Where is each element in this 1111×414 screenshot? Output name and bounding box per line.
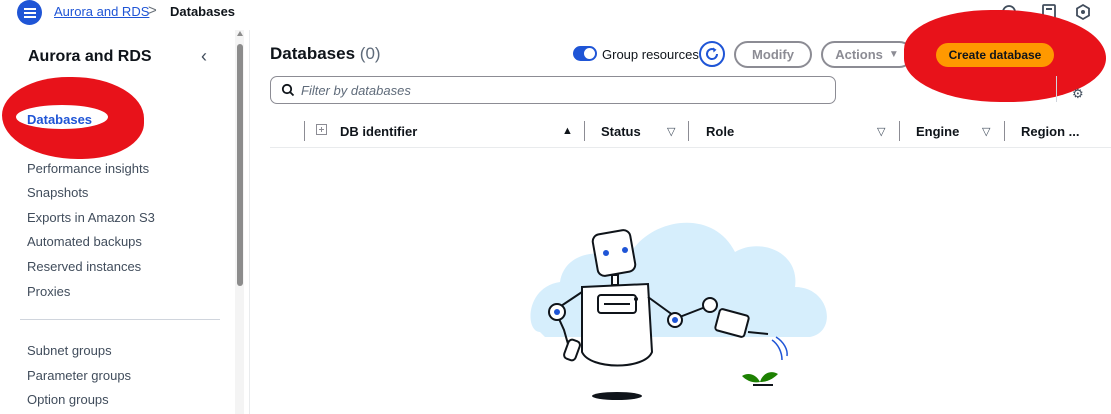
sort-icon[interactable]: ▽ — [877, 125, 885, 138]
sidebar-item-automated-backups[interactable]: Automated backups — [27, 234, 142, 249]
search-icon — [281, 83, 295, 97]
scroll-up-arrow-icon[interactable] — [237, 31, 243, 36]
sidebar-item-reserved-instances[interactable]: Reserved instances — [27, 259, 141, 274]
search-bar[interactable] — [270, 76, 836, 104]
sidebar-item-snapshots[interactable]: Snapshots — [27, 185, 88, 200]
create-database-button[interactable]: Create database — [936, 43, 1054, 67]
column-separator[interactable] — [584, 121, 585, 141]
sidebar-item-subnet-groups[interactable]: Subnet groups — [27, 343, 112, 358]
hamburger-icon[interactable] — [17, 0, 42, 25]
modify-button[interactable]: Modify — [734, 41, 812, 68]
actions-button[interactable]: Actions ▼ — [821, 41, 913, 68]
column-separator[interactable] — [899, 121, 900, 141]
page-title-text: Databases — [270, 44, 356, 63]
sidebar-divider — [20, 319, 220, 320]
sidebar-item-databases-highlighted[interactable]: Databases — [27, 112, 92, 127]
group-resources-toggle[interactable] — [573, 46, 597, 61]
breadcrumb-current: Databases — [170, 4, 236, 19]
scrollbar-thumb[interactable] — [237, 44, 243, 286]
database-count: (0) — [359, 44, 381, 63]
main-divider — [249, 30, 250, 414]
settings-icon[interactable] — [1074, 3, 1092, 21]
sidebar-item-parameter-groups[interactable]: Parameter groups — [27, 368, 131, 383]
column-header-status[interactable]: Status — [601, 124, 641, 139]
breadcrumb-parent-link[interactable]: Aurora and RDS — [54, 4, 149, 19]
pager-divider — [1056, 76, 1057, 102]
column-separator — [304, 121, 305, 141]
column-separator[interactable] — [1004, 121, 1005, 141]
refresh-button[interactable] — [699, 41, 725, 67]
sort-icon[interactable]: ▽ — [982, 125, 990, 138]
search-input[interactable] — [301, 81, 821, 99]
sidebar-title: Aurora and RDS — [28, 48, 152, 65]
sidebar-item-proxies[interactable]: Proxies — [27, 284, 70, 299]
column-header-engine[interactable]: Engine — [916, 124, 959, 139]
caret-down-icon: ▼ — [888, 49, 899, 60]
sort-ascending-icon[interactable]: ▲ — [562, 125, 573, 137]
expand-all-icon[interactable] — [316, 124, 327, 135]
table-settings-icon[interactable]: ⚙ — [1072, 86, 1084, 102]
sidebar-item-option-groups[interactable]: Option groups — [27, 392, 109, 407]
breadcrumb-separator: > — [148, 2, 157, 19]
sidebar-item-exports-s3[interactable]: Exports in Amazon S3 — [27, 210, 155, 225]
column-header-region[interactable]: Region ... — [1021, 124, 1080, 139]
robot-watering-plant-illustration — [530, 222, 827, 400]
chevron-left-icon[interactable]: ‹ — [201, 46, 207, 67]
refresh-icon — [706, 47, 719, 60]
column-header-role[interactable]: Role — [706, 124, 734, 139]
modify-label: Modify — [752, 47, 794, 62]
actions-label: Actions — [835, 47, 883, 62]
column-separator[interactable] — [688, 121, 689, 141]
sort-icon[interactable]: ▽ — [667, 125, 675, 138]
group-resources-label: Group resources — [602, 47, 699, 62]
create-database-label: Create database — [948, 48, 1042, 62]
page-title: Databases (0) — [270, 44, 381, 64]
sidebar-item-performance-insights[interactable]: Performance insights — [27, 161, 149, 176]
column-header-db-identifier[interactable]: DB identifier — [340, 124, 417, 139]
